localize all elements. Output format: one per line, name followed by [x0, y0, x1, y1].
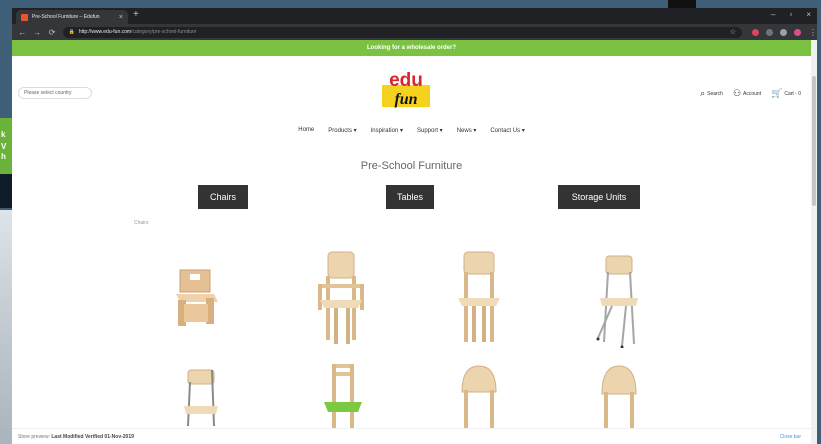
- category-button-tables[interactable]: Tables: [386, 185, 434, 209]
- tab-title: Pre-School Furniture – Edufun: [32, 14, 100, 20]
- desktop-fragment: [668, 0, 696, 8]
- page-title: Pre-School Furniture: [360, 160, 463, 172]
- header-utilities: ⌕ Search ⚇ Account 🛒 Cart - 0: [700, 88, 801, 99]
- close-bar-link[interactable]: Close bar: [780, 429, 801, 444]
- search-icon: ⌕: [700, 88, 706, 98]
- close-tab-icon[interactable]: ×: [119, 14, 123, 21]
- bg-letter: V: [1, 142, 7, 151]
- url-path: /category/pre-school-furniture: [131, 29, 197, 35]
- nav-inspiration[interactable]: Inspiration ▾: [371, 127, 403, 134]
- bookmark-star-icon[interactable]: ☆: [730, 28, 736, 36]
- url-host: http://www.edu-fun.com: [78, 29, 132, 35]
- lock-icon: 🔒: [68, 29, 75, 35]
- product-wood-chair[interactable]: [452, 248, 506, 344]
- category-button-chairs[interactable]: Chairs: [198, 185, 248, 209]
- search-link[interactable]: ⌕ Search: [700, 88, 723, 99]
- back-icon[interactable]: ←: [18, 28, 27, 37]
- account-link[interactable]: ⚇ Account: [733, 88, 761, 99]
- web-page: Looking for a wholesale order? Please se…: [12, 40, 817, 444]
- profile-avatar[interactable]: [794, 28, 801, 36]
- cart-icon: 🛒: [771, 88, 783, 98]
- country-select[interactable]: Please select country: [18, 87, 92, 99]
- nav-support[interactable]: Support ▾: [417, 127, 443, 134]
- minimize-icon[interactable]: –: [771, 10, 775, 19]
- nav-news[interactable]: News ▾: [457, 127, 477, 134]
- main-navigation: Home Products ▾ Inspiration ▾ Support ▾ …: [12, 127, 811, 134]
- cart-link[interactable]: 🛒 Cart - 0: [771, 88, 801, 99]
- scrollbar[interactable]: [811, 40, 817, 444]
- tab-strip: Pre-School Furniture – Edufun × + – ▫ ×: [12, 8, 817, 24]
- logo-text-bottom: fun: [394, 91, 417, 108]
- browser-window: Pre-School Furniture – Edufun × + – ▫ × …: [12, 8, 817, 444]
- browser-tab[interactable]: Pre-School Furniture – Edufun ×: [16, 10, 128, 24]
- logo-text-top: edu: [389, 70, 423, 91]
- browser-toolbar: ← → ⟳ 🔒 http://www.edu-fun.com /category…: [12, 24, 817, 40]
- nav-contact[interactable]: Contact Us ▾: [490, 127, 524, 134]
- extension-icon[interactable]: [766, 28, 773, 36]
- product-arm-chair[interactable]: [312, 248, 370, 344]
- new-tab-icon[interactable]: +: [133, 9, 139, 20]
- forward-icon[interactable]: →: [33, 28, 42, 37]
- product-box-chair[interactable]: [170, 262, 222, 332]
- window-controls: – ▫ ×: [771, 10, 811, 19]
- kebab-menu-icon[interactable]: ⋮: [809, 28, 817, 37]
- maximize-icon[interactable]: ▫: [789, 10, 792, 19]
- nav-products[interactable]: Products ▾: [328, 127, 356, 134]
- desktop-strip: [0, 210, 12, 444]
- close-window-icon[interactable]: ×: [806, 10, 811, 19]
- bg-letter: h: [1, 152, 6, 161]
- scrollbar-thumb[interactable]: [812, 76, 816, 206]
- address-bar[interactable]: 🔒 http://www.edu-fun.com /category/pre-s…: [62, 26, 742, 38]
- product-metal-chair[interactable]: [594, 252, 644, 348]
- section-label: Chairs: [134, 220, 149, 226]
- preview-status: Last Modified Verified 01-Nov-2019: [51, 434, 134, 440]
- extension-icon[interactable]: [752, 28, 759, 36]
- extensions: [752, 28, 801, 36]
- product-round-back-chair-2[interactable]: [592, 362, 646, 428]
- preview-bar: Store preview: Last Modified Verified 01…: [12, 428, 811, 444]
- background-window: k V h: [0, 118, 12, 208]
- nav-home[interactable]: Home: [298, 127, 314, 134]
- product-metal-chair-short[interactable]: [178, 366, 224, 428]
- reload-icon[interactable]: ⟳: [48, 28, 57, 37]
- category-button-storage[interactable]: Storage Units: [558, 185, 640, 209]
- extension-icon[interactable]: [780, 28, 787, 36]
- favicon-icon: [21, 13, 28, 21]
- user-icon: ⚇: [732, 88, 742, 98]
- product-green-seat-chair[interactable]: [320, 362, 366, 428]
- promo-banner[interactable]: Looking for a wholesale order?: [12, 40, 811, 56]
- bg-letter: k: [1, 130, 6, 139]
- edufun-logo[interactable]: edu fun: [380, 67, 432, 111]
- preview-prefix: Store preview:: [18, 434, 50, 440]
- product-round-back-chair[interactable]: [452, 362, 506, 428]
